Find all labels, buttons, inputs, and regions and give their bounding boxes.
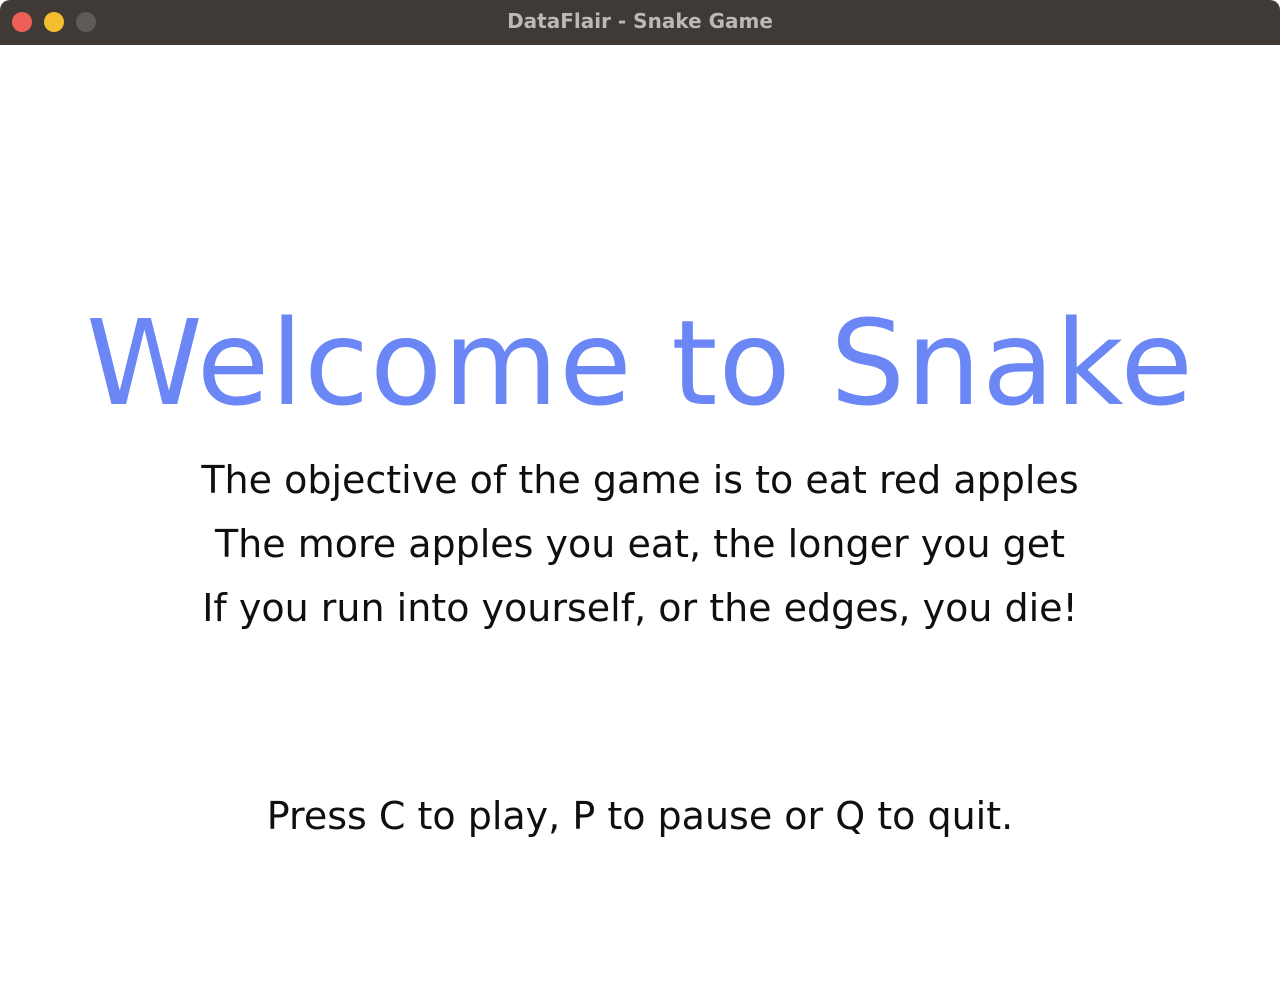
instruction-objective: The objective of the game is to eat red … bbox=[201, 458, 1079, 502]
title-bar[interactable]: DataFlair - Snake Game bbox=[0, 0, 1280, 45]
instruction-growth: The more apples you eat, the longer you … bbox=[214, 522, 1066, 566]
controls-text: Press C to play, P to pause or Q to quit… bbox=[266, 794, 1014, 838]
welcome-heading: Welcome to Snake bbox=[86, 294, 1194, 432]
window-title: DataFlair - Snake Game bbox=[507, 9, 773, 33]
game-canvas[interactable]: Welcome to Snake The objective of the ga… bbox=[0, 45, 1280, 1005]
game-window: DataFlair - Snake Game Welcome to Snake … bbox=[0, 0, 1280, 1005]
instruction-death: If you run into yourself, or the edges, … bbox=[202, 586, 1078, 630]
